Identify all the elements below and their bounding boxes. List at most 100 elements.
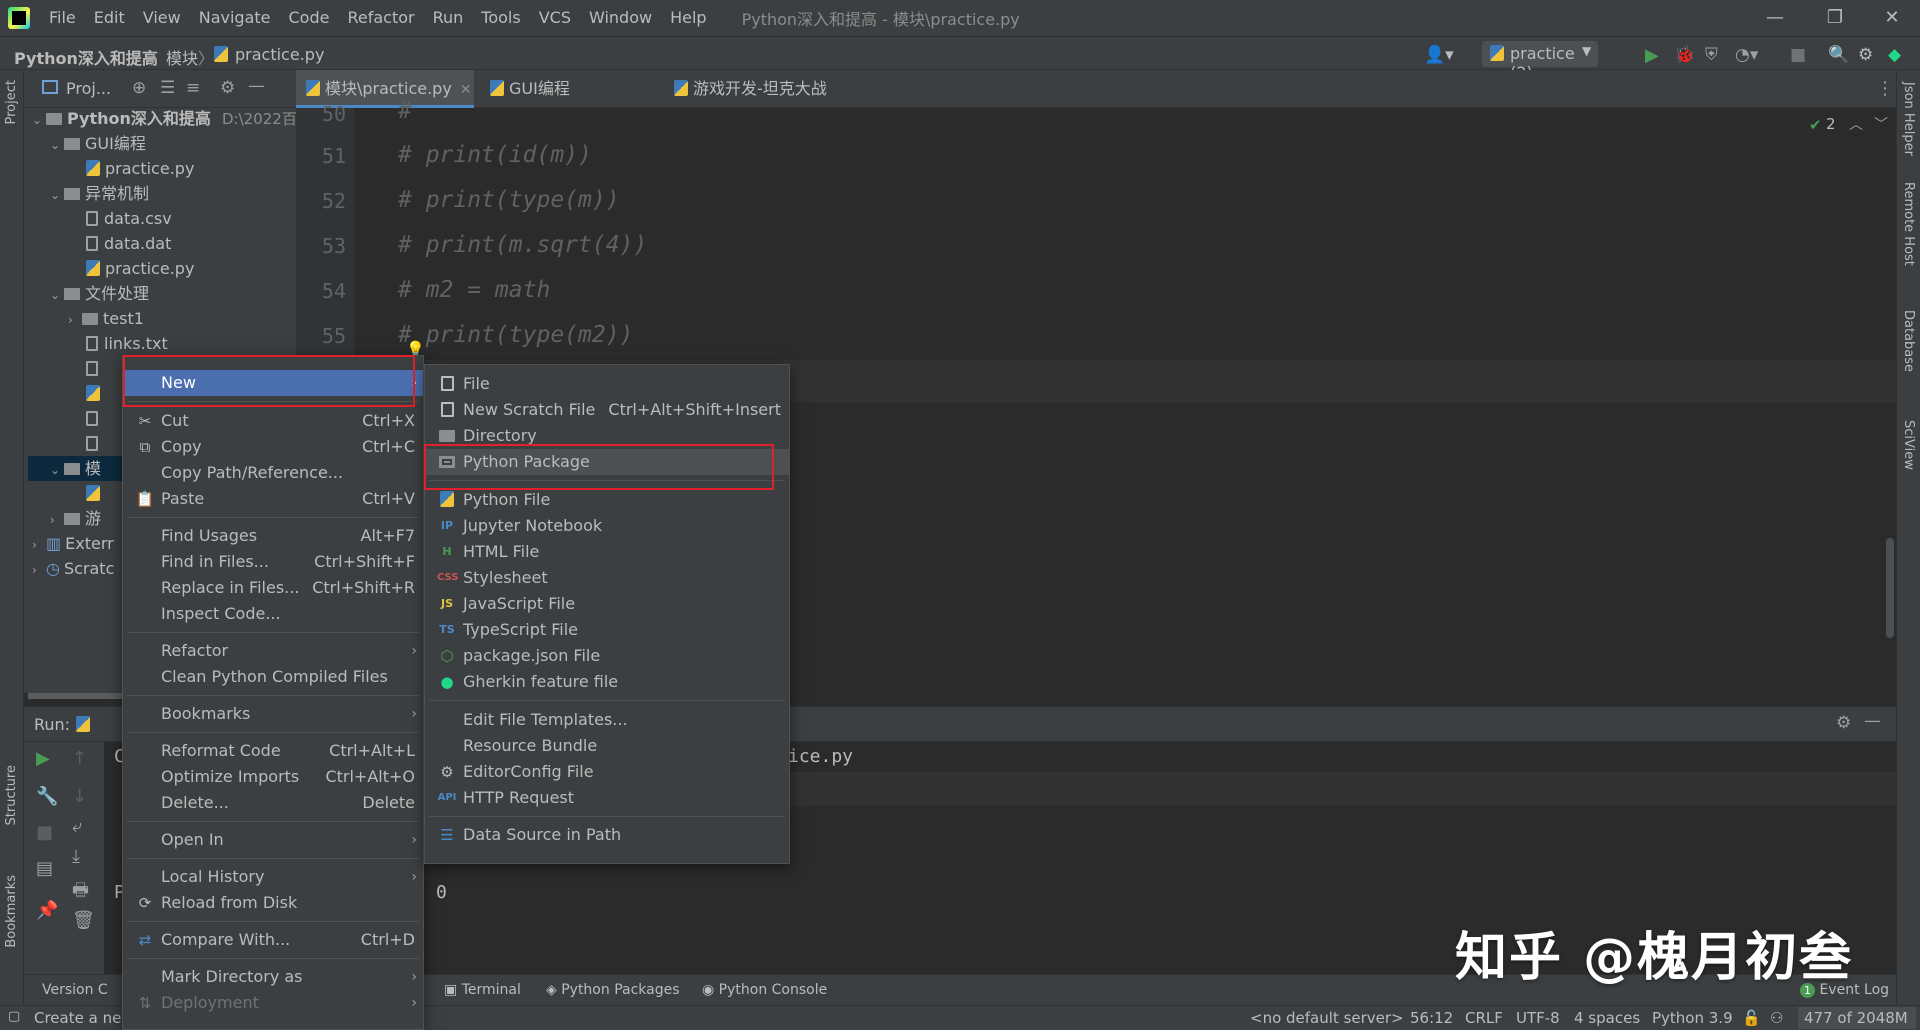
tab-game-practice[interactable]: 游戏开发-坦克大战\practice.py✕ [664, 70, 914, 136]
menu-file[interactable]: File [40, 0, 85, 36]
submenu-item-python-file[interactable]: Python File [425, 487, 789, 513]
close-tab-icon[interactable]: ✕ [460, 82, 472, 98]
tree-item-file[interactable]: practice.py [86, 256, 194, 281]
next-highlight-icon[interactable]: ﹀ [1874, 114, 1888, 134]
previous-highlight-icon[interactable]: ︿ [1849, 114, 1863, 134]
tree-item-file[interactable] [86, 406, 104, 431]
submenu-item-javascript-file[interactable]: JS JavaScript File [425, 591, 789, 617]
submenu-item-new-scratch-file[interactable]: New Scratch File Ctrl+Alt+Shift+Insert [425, 397, 789, 423]
submenu-item-resource-bundle[interactable]: Resource Bundle [425, 733, 789, 759]
tree-item-folder[interactable]: › test1 [68, 306, 144, 331]
rerun-icon[interactable]: ▶ [36, 748, 50, 769]
profile-icon[interactable]: ◔▾ [1735, 45, 1758, 65]
menu-item-paste[interactable]: 📋 Paste Ctrl+V [123, 486, 423, 512]
user-account-icon[interactable]: 👤▾ [1424, 45, 1454, 65]
breadcrumb-module[interactable]: 模块 [166, 45, 198, 69]
print-icon[interactable]: 🖶 [72, 878, 89, 908]
expand-all-icon[interactable]: ☰ [160, 78, 175, 98]
tree-item-folder[interactable]: › 游 [50, 506, 101, 531]
run-configuration-selector[interactable]: practice (2) ▼ [1482, 41, 1598, 82]
jetbrains-toolbox-icon[interactable]: ◆ [1888, 45, 1901, 65]
debug-icon[interactable]: 🐞 [1674, 45, 1695, 65]
terminal-tab[interactable]: ▣ Terminal [444, 982, 521, 998]
remote-host-tool-tab[interactable]: Remote Host [1901, 182, 1916, 266]
menu-vcs[interactable]: VCS [530, 0, 580, 36]
tree-item-file[interactable] [86, 381, 105, 406]
stop-run-icon[interactable]: ■ [36, 822, 53, 843]
submenu-item-gherkin[interactable]: ● Gherkin feature file [425, 669, 789, 695]
version-control-tab[interactable]: Version C [42, 982, 108, 998]
status-layout-icon[interactable]: ▢ [8, 1009, 20, 1024]
tree-item-file[interactable]: practice.py [86, 156, 194, 181]
menu-item-inspect-code[interactable]: Inspect Code... [123, 601, 423, 627]
caret-position[interactable]: 56:12 [1410, 1009, 1453, 1027]
json-helper-tool-tab[interactable]: Json Helper [1901, 82, 1916, 156]
pin-tab-icon[interactable]: 📌 [36, 900, 58, 921]
menu-item-bookmarks[interactable]: Bookmarks › [123, 701, 423, 727]
menu-view[interactable]: View [134, 0, 190, 36]
menu-tools[interactable]: Tools [472, 0, 529, 36]
run-options-gear-icon[interactable]: ⚙ [1836, 713, 1851, 733]
menu-run[interactable]: Run [424, 0, 473, 36]
submenu-item-typescript-file[interactable]: TS TypeScript File [425, 617, 789, 643]
coverage-icon[interactable]: ⛨ [1705, 45, 1718, 65]
tree-item-root[interactable]: ⌄ Python深入和提高 D:\2022百 [32, 106, 297, 131]
hide-panel-icon[interactable]: — [248, 76, 265, 96]
file-encoding[interactable]: UTF-8 [1516, 1009, 1560, 1027]
collapse-all-icon[interactable]: ≡ [186, 78, 200, 98]
wrench-icon[interactable]: 🔧 [36, 786, 58, 807]
project-tool-tab[interactable]: Project [4, 80, 19, 124]
memory-indicator[interactable]: 477 of 2048M [1798, 1007, 1916, 1029]
tree-item-file[interactable] [86, 481, 105, 506]
submenu-item-data-source[interactable]: ☰ Data Source in Path [425, 822, 789, 848]
menu-item-local-history[interactable]: Local History › [123, 864, 423, 890]
menu-item-reformat-code[interactable]: Reformat Code Ctrl+Alt+L [123, 738, 423, 764]
menu-help[interactable]: Help [661, 0, 715, 36]
menu-navigate[interactable]: Navigate [190, 0, 280, 36]
editor-scrollbar-thumb[interactable] [1886, 538, 1894, 638]
tree-item-folder[interactable]: ⌄ GUI编程 [50, 131, 146, 156]
menu-item-copy-path[interactable]: Copy Path/Reference... [123, 460, 423, 486]
close-window-icon[interactable]: ✕ [1862, 0, 1920, 36]
menu-item-find-in-files[interactable]: Find in Files... Ctrl+Shift+F [123, 549, 423, 575]
tree-item-file[interactable]: links.txt [86, 331, 168, 356]
submenu-item-http-request[interactable]: API HTTP Request [425, 785, 789, 811]
menu-item-mark-directory[interactable]: Mark Directory as › [123, 964, 423, 990]
scroll-to-end-icon[interactable]: ⤓ [72, 846, 80, 867]
menu-item-optimize-imports[interactable]: Optimize Imports Ctrl+Alt+O [123, 764, 423, 790]
tree-item-external-libraries[interactable]: › ▥ Exterr [32, 531, 114, 556]
menu-item-find-usages[interactable]: Find Usages Alt+F7 [123, 523, 423, 549]
python-packages-tab[interactable]: ◈ Python Packages [546, 982, 680, 998]
hide-run-panel-icon[interactable]: — [1864, 711, 1881, 731]
breadcrumb-file[interactable]: practice.py [235, 45, 324, 64]
tree-item-scratches[interactable]: › ◷ Scratc [32, 556, 114, 581]
locate-file-icon[interactable]: ⊕ [132, 78, 146, 98]
menu-item-cut[interactable]: ✂ Cut Ctrl+X [123, 408, 423, 434]
inspection-ok-icon[interactable]: ✔ [1809, 116, 1822, 134]
line-separator[interactable]: CRLF [1465, 1009, 1503, 1027]
python-interpreter[interactable]: Python 3.9 [1652, 1009, 1733, 1027]
menu-item-delete[interactable]: Delete... Delete [123, 790, 423, 816]
project-view-selector[interactable]: Proj... [66, 79, 111, 98]
menu-item-deployment[interactable]: ⇅ Deployment › [123, 990, 423, 1016]
submenu-item-html-file[interactable]: H HTML File [425, 539, 789, 565]
scroll-up-icon[interactable]: ↑ [72, 748, 87, 769]
menu-item-compare-with[interactable]: ⇄ Compare With... Ctrl+D [123, 927, 423, 953]
restore-icon[interactable]: ❐ [1805, 0, 1865, 36]
scroll-down-icon[interactable]: ↓ [72, 786, 87, 807]
submenu-item-file[interactable]: File [425, 371, 789, 397]
minimize-icon[interactable]: — [1745, 0, 1805, 36]
tree-item-folder[interactable]: ⌄ 异常机制 [50, 181, 149, 206]
structure-tool-tab[interactable]: Structure [4, 765, 19, 825]
submenu-item-edit-templates[interactable]: Edit File Templates... [425, 707, 789, 733]
tree-item-file[interactable]: data.csv [86, 206, 172, 231]
indent-setting[interactable]: 4 spaces [1574, 1009, 1640, 1027]
deployment-server[interactable]: <no default server> [1250, 1009, 1404, 1027]
menu-item-replace-in-files[interactable]: Replace in Files... Ctrl+Shift+R [123, 575, 423, 601]
more-options-icon[interactable]: ⋮ [1876, 78, 1894, 99]
soft-wrap-icon[interactable]: ⤶ [72, 816, 82, 837]
clear-all-icon[interactable]: 🗑 [72, 910, 95, 931]
layout-icon[interactable]: ▤ [36, 858, 53, 879]
menu-item-open-in[interactable]: Open In › [123, 827, 423, 853]
stop-icon[interactable]: ■ [1790, 45, 1806, 65]
